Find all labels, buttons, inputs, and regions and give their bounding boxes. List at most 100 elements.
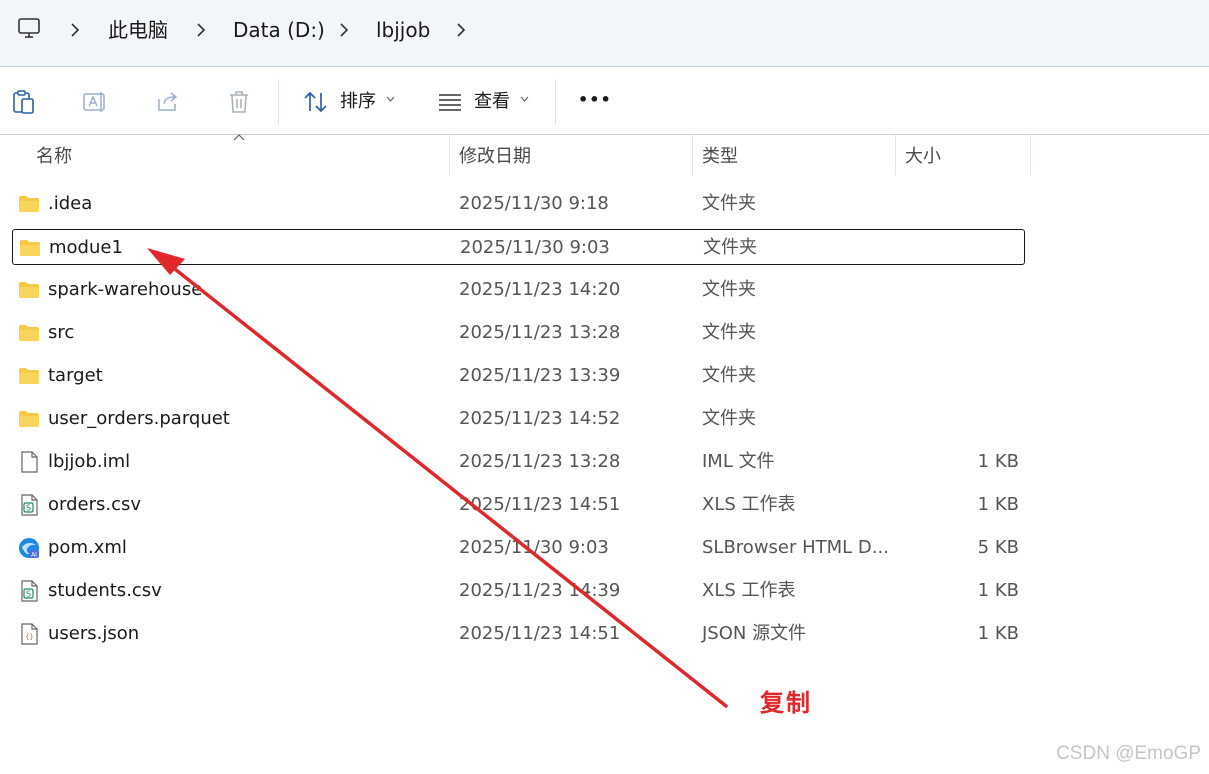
svg-text:{}: {} [25,633,33,641]
file-name: target [48,365,103,386]
this-pc-icon[interactable] [17,16,41,40]
svg-text:S: S [26,504,31,513]
column-header: 名称 修改日期 类型 大小 [0,134,1209,179]
file-type: XLS 工作表 [702,580,796,601]
sort-ascending-icon [233,134,245,141]
file-date-modified: 2025/11/23 14:51 [459,623,621,644]
file-row[interactable]: src 2025/11/23 13:28 文件夹 [12,315,1025,351]
file-icon [21,451,38,473]
column-date-modified[interactable]: 修改日期 [459,145,531,169]
folder-icon [20,240,40,256]
file-name: students.csv [48,580,162,601]
file-row[interactable]: Sorders.csv 2025/11/23 14:51 XLS 工作表 1 KB [12,487,1025,523]
file-row[interactable]: spark-warehouse 2025/11/23 14:20 文件夹 [12,272,1025,308]
file-row[interactable]: modue1 2025/11/30 9:03 文件夹 [12,229,1025,265]
breadcrumb-lbjjob[interactable]: lbjjob [376,18,430,42]
sort-label: 排序 [340,91,376,112]
browser-icon: AI [19,538,39,559]
toolbar-divider [278,79,279,125]
file-row[interactable]: AI pom.xml 2025/11/30 9:03 SLBrowser HTML D… [12,530,1025,566]
file-type: SLBrowser HTML D... [702,537,889,558]
folder-icon [19,325,39,341]
file-size: 1 KB [977,580,1019,601]
chevron-right-icon[interactable] [339,22,349,38]
spreadsheet-icon: S [21,580,38,602]
file-type: IML 文件 [702,451,775,472]
file-name: modue1 [49,237,123,258]
file-row[interactable]: user_orders.parquet 2025/11/23 14:52 文件夹 [12,401,1025,437]
file-row[interactable]: .idea 2025/11/30 9:18 文件夹 [12,186,1025,222]
sort-button[interactable]: 排序 [303,87,398,117]
annotation-label: 复制 [760,688,812,717]
rename-icon[interactable] [82,89,108,115]
file-type: 文件夹 [702,279,756,300]
file-date-modified: 2025/11/23 13:39 [459,365,621,386]
file-name: .idea [48,193,93,214]
folder-icon [19,282,39,298]
chevron-right-icon[interactable] [70,22,80,38]
sort-icon [304,91,327,113]
breadcrumb-drive-d[interactable]: Data (D:) [233,18,325,42]
file-row[interactable]: target 2025/11/23 13:39 文件夹 [12,358,1025,394]
folder-icon [19,196,39,212]
file-size: 1 KB [977,623,1019,644]
view-icon [439,94,461,111]
file-date-modified: 2025/11/23 13:28 [459,322,621,343]
clipboard-icon[interactable] [11,89,37,115]
json-icon: {} [21,623,38,645]
column-size[interactable]: 大小 [905,145,941,169]
file-row[interactable]: Sstudents.csv 2025/11/23 14:39 XLS 工作表 1 KB [12,573,1025,609]
file-type: JSON 源文件 [702,623,807,644]
file-name: user_orders.parquet [48,408,230,429]
file-date-modified: 2025/11/23 14:51 [459,494,621,515]
view-label: 查看 [474,91,510,112]
file-date-modified: 2025/11/23 14:39 [459,580,621,601]
command-bar: 排序 查看 ••• [0,67,1209,135]
file-date-modified: 2025/11/23 14:20 [459,279,621,300]
file-type: 文件夹 [703,237,757,258]
file-name: users.json [48,623,140,644]
file-name: orders.csv [48,494,142,515]
chevron-right-icon[interactable] [196,22,206,38]
column-divider[interactable] [895,135,896,175]
file-type: 文件夹 [702,322,756,343]
file-name: spark-warehouse [48,279,203,300]
toolbar-divider [555,79,556,125]
file-type: 文件夹 [702,365,756,386]
delete-icon[interactable] [226,89,252,115]
breadcrumb-this-pc[interactable]: 此电脑 [108,18,168,42]
chevron-down-icon [520,96,529,102]
address-bar[interactable]: 此电脑 Data (D:) lbjjob [0,0,1209,67]
file-name: src [48,322,75,343]
file-size: 5 KB [977,537,1019,558]
file-date-modified: 2025/11/30 9:03 [460,237,610,258]
more-icon: ••• [578,90,612,109]
file-date-modified: 2025/11/23 13:28 [459,451,621,472]
column-divider[interactable] [692,135,693,175]
file-date-modified: 2025/11/30 9:03 [459,537,609,558]
file-row[interactable]: {} users.json 2025/11/23 14:51 JSON 源文件 1 KB [12,616,1025,652]
column-name[interactable]: 名称 [36,145,72,169]
share-icon[interactable] [155,89,181,115]
file-size: 1 KB [977,494,1019,515]
folder-icon [19,368,39,384]
file-row[interactable]: lbjjob.iml 2025/11/23 13:28 IML 文件 1 KB [12,444,1025,480]
file-date-modified: 2025/11/30 9:18 [459,193,609,214]
more-options-button[interactable]: ••• [578,87,611,117]
view-button[interactable]: 查看 [437,87,532,117]
column-type[interactable]: 类型 [702,145,738,169]
svg-text:AI: AI [31,552,37,559]
file-size: 1 KB [977,451,1019,472]
column-divider[interactable] [1030,135,1031,175]
chevron-right-icon[interactable] [456,22,466,38]
folder-icon [19,411,39,427]
chevron-down-icon [386,96,395,102]
file-type: XLS 工作表 [702,494,796,515]
spreadsheet-icon: S [21,494,38,516]
file-name: pom.xml [48,537,127,558]
file-type: 文件夹 [702,193,756,214]
watermark: CSDN @EmoGP [1056,743,1201,764]
column-divider[interactable] [449,135,450,175]
file-date-modified: 2025/11/23 14:52 [459,408,621,429]
file-name: lbjjob.iml [48,451,131,472]
